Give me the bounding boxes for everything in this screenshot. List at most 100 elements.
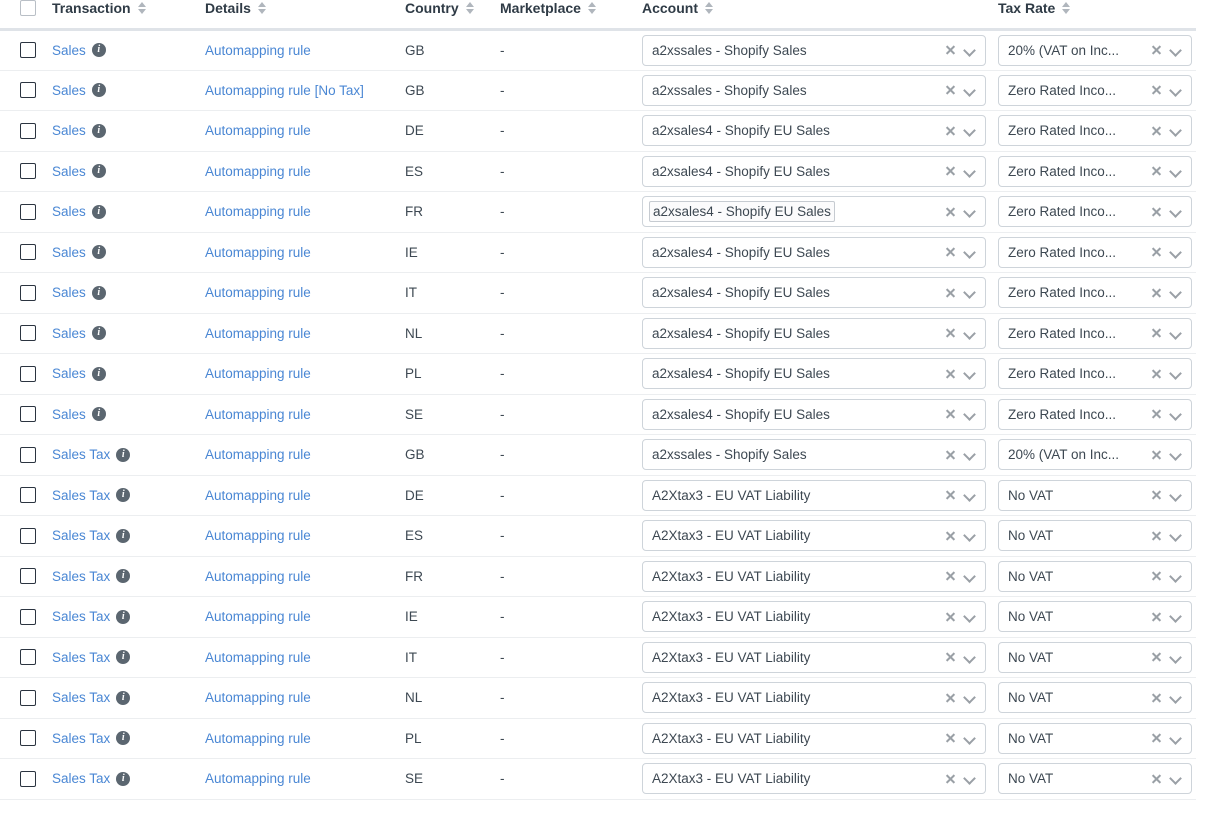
details-link[interactable]: Automapping rule bbox=[205, 407, 311, 422]
row-checkbox[interactable] bbox=[20, 446, 36, 463]
info-icon[interactable]: i bbox=[91, 164, 106, 179]
account-select[interactable]: a2xsales4 - Shopify EU Sales bbox=[642, 277, 986, 309]
clear-icon[interactable] bbox=[945, 85, 956, 96]
clear-icon[interactable] bbox=[945, 733, 956, 744]
transaction-link[interactable]: Sales Tax bbox=[52, 731, 110, 746]
chevron-down-icon[interactable] bbox=[964, 125, 975, 136]
row-checkbox[interactable] bbox=[20, 730, 36, 747]
account-select[interactable]: a2xssales - Shopify Sales bbox=[642, 34, 986, 66]
row-checkbox[interactable] bbox=[20, 244, 36, 261]
chevron-down-icon[interactable] bbox=[964, 773, 975, 784]
info-icon[interactable]: i bbox=[91, 204, 106, 219]
sort-icon[interactable] bbox=[465, 1, 475, 15]
sort-icon[interactable] bbox=[587, 1, 597, 15]
clear-icon[interactable] bbox=[1151, 247, 1162, 258]
details-link[interactable]: Automapping rule bbox=[205, 650, 311, 665]
header-account[interactable]: Account bbox=[642, 0, 998, 31]
chevron-down-icon[interactable] bbox=[1170, 733, 1181, 744]
account-select[interactable]: a2xsales4 - Shopify EU Sales bbox=[642, 115, 986, 147]
clear-icon[interactable] bbox=[945, 611, 956, 622]
details-link[interactable]: Automapping rule bbox=[205, 164, 311, 179]
details-link[interactable]: Automapping rule bbox=[205, 488, 311, 503]
chevron-down-icon[interactable] bbox=[1170, 247, 1181, 258]
row-checkbox[interactable] bbox=[20, 689, 36, 706]
info-icon[interactable]: i bbox=[91, 123, 106, 138]
chevron-down-icon[interactable] bbox=[964, 490, 975, 501]
tax-rate-select[interactable]: No VAT bbox=[998, 763, 1192, 795]
info-icon[interactable]: i bbox=[116, 650, 131, 665]
chevron-down-icon[interactable] bbox=[1170, 571, 1181, 582]
clear-icon[interactable] bbox=[945, 45, 956, 56]
chevron-down-icon[interactable] bbox=[1170, 773, 1181, 784]
info-icon[interactable]: i bbox=[116, 447, 131, 462]
clear-icon[interactable] bbox=[1151, 206, 1162, 217]
account-select[interactable]: a2xssales - Shopify Sales bbox=[642, 74, 986, 106]
clear-icon[interactable] bbox=[945, 368, 956, 379]
clear-icon[interactable] bbox=[945, 125, 956, 136]
chevron-down-icon[interactable] bbox=[964, 247, 975, 258]
chevron-down-icon[interactable] bbox=[964, 571, 975, 582]
clear-icon[interactable] bbox=[945, 530, 956, 541]
details-link[interactable]: Automapping rule bbox=[205, 366, 311, 381]
chevron-down-icon[interactable] bbox=[1170, 328, 1181, 339]
row-checkbox[interactable] bbox=[20, 608, 36, 625]
transaction-link[interactable]: Sales bbox=[52, 164, 86, 179]
transaction-link[interactable]: Sales Tax bbox=[52, 609, 110, 624]
transaction-link[interactable]: Sales Tax bbox=[52, 569, 110, 584]
tax-rate-select[interactable]: Zero Rated Inco... bbox=[998, 155, 1192, 187]
clear-icon[interactable] bbox=[1151, 773, 1162, 784]
chevron-down-icon[interactable] bbox=[1170, 449, 1181, 460]
tax-rate-select[interactable]: No VAT bbox=[998, 479, 1192, 511]
details-link[interactable]: Automapping rule bbox=[205, 771, 311, 786]
chevron-down-icon[interactable] bbox=[1170, 652, 1181, 663]
info-icon[interactable]: i bbox=[116, 731, 131, 746]
tax-rate-select[interactable]: Zero Rated Inco... bbox=[998, 277, 1192, 309]
row-checkbox[interactable] bbox=[20, 42, 36, 59]
account-select[interactable]: a2xsales4 - Shopify EU Sales bbox=[642, 236, 986, 268]
clear-icon[interactable] bbox=[945, 206, 956, 217]
tax-rate-select[interactable]: No VAT bbox=[998, 722, 1192, 754]
clear-icon[interactable] bbox=[1151, 85, 1162, 96]
row-checkbox[interactable] bbox=[20, 406, 36, 423]
chevron-down-icon[interactable] bbox=[1170, 692, 1181, 703]
info-icon[interactable]: i bbox=[116, 488, 131, 503]
clear-icon[interactable] bbox=[945, 773, 956, 784]
row-checkbox[interactable] bbox=[20, 325, 36, 342]
account-select[interactable]: a2xsales4 - Shopify EU Sales bbox=[642, 317, 986, 349]
tax-rate-select[interactable]: No VAT bbox=[998, 520, 1192, 552]
info-icon[interactable]: i bbox=[116, 609, 131, 624]
chevron-down-icon[interactable] bbox=[964, 206, 975, 217]
header-marketplace[interactable]: Marketplace bbox=[500, 0, 642, 31]
row-checkbox[interactable] bbox=[20, 487, 36, 504]
chevron-down-icon[interactable] bbox=[964, 449, 975, 460]
row-checkbox[interactable] bbox=[20, 203, 36, 220]
info-icon[interactable]: i bbox=[116, 528, 131, 543]
header-details[interactable]: Details bbox=[205, 0, 405, 31]
tax-rate-select[interactable]: No VAT bbox=[998, 560, 1192, 592]
chevron-down-icon[interactable] bbox=[964, 530, 975, 541]
row-checkbox[interactable] bbox=[20, 770, 36, 787]
tax-rate-select[interactable]: Zero Rated Inco... bbox=[998, 358, 1192, 390]
chevron-down-icon[interactable] bbox=[964, 611, 975, 622]
transaction-link[interactable]: Sales Tax bbox=[52, 528, 110, 543]
account-select[interactable]: a2xssales - Shopify Sales bbox=[642, 439, 986, 471]
sort-icon[interactable] bbox=[257, 1, 267, 15]
row-checkbox[interactable] bbox=[20, 365, 36, 382]
account-select[interactable]: a2xsales4 - Shopify EU Sales bbox=[642, 155, 986, 187]
transaction-link[interactable]: Sales bbox=[52, 83, 86, 98]
chevron-down-icon[interactable] bbox=[964, 85, 975, 96]
clear-icon[interactable] bbox=[945, 490, 956, 501]
tax-rate-select[interactable]: Zero Rated Inco... bbox=[998, 196, 1192, 228]
account-select[interactable]: A2Xtax3 - EU VAT Liability bbox=[642, 601, 986, 633]
chevron-down-icon[interactable] bbox=[1170, 287, 1181, 298]
clear-icon[interactable] bbox=[1151, 571, 1162, 582]
transaction-link[interactable]: Sales bbox=[52, 326, 86, 341]
details-link[interactable]: Automapping rule bbox=[205, 447, 311, 462]
chevron-down-icon[interactable] bbox=[1170, 85, 1181, 96]
sort-icon[interactable] bbox=[705, 1, 714, 15]
tax-rate-select[interactable]: No VAT bbox=[998, 682, 1192, 714]
clear-icon[interactable] bbox=[1151, 166, 1162, 177]
chevron-down-icon[interactable] bbox=[1170, 611, 1181, 622]
chevron-down-icon[interactable] bbox=[964, 287, 975, 298]
account-select[interactable]: A2Xtax3 - EU VAT Liability bbox=[642, 560, 986, 592]
